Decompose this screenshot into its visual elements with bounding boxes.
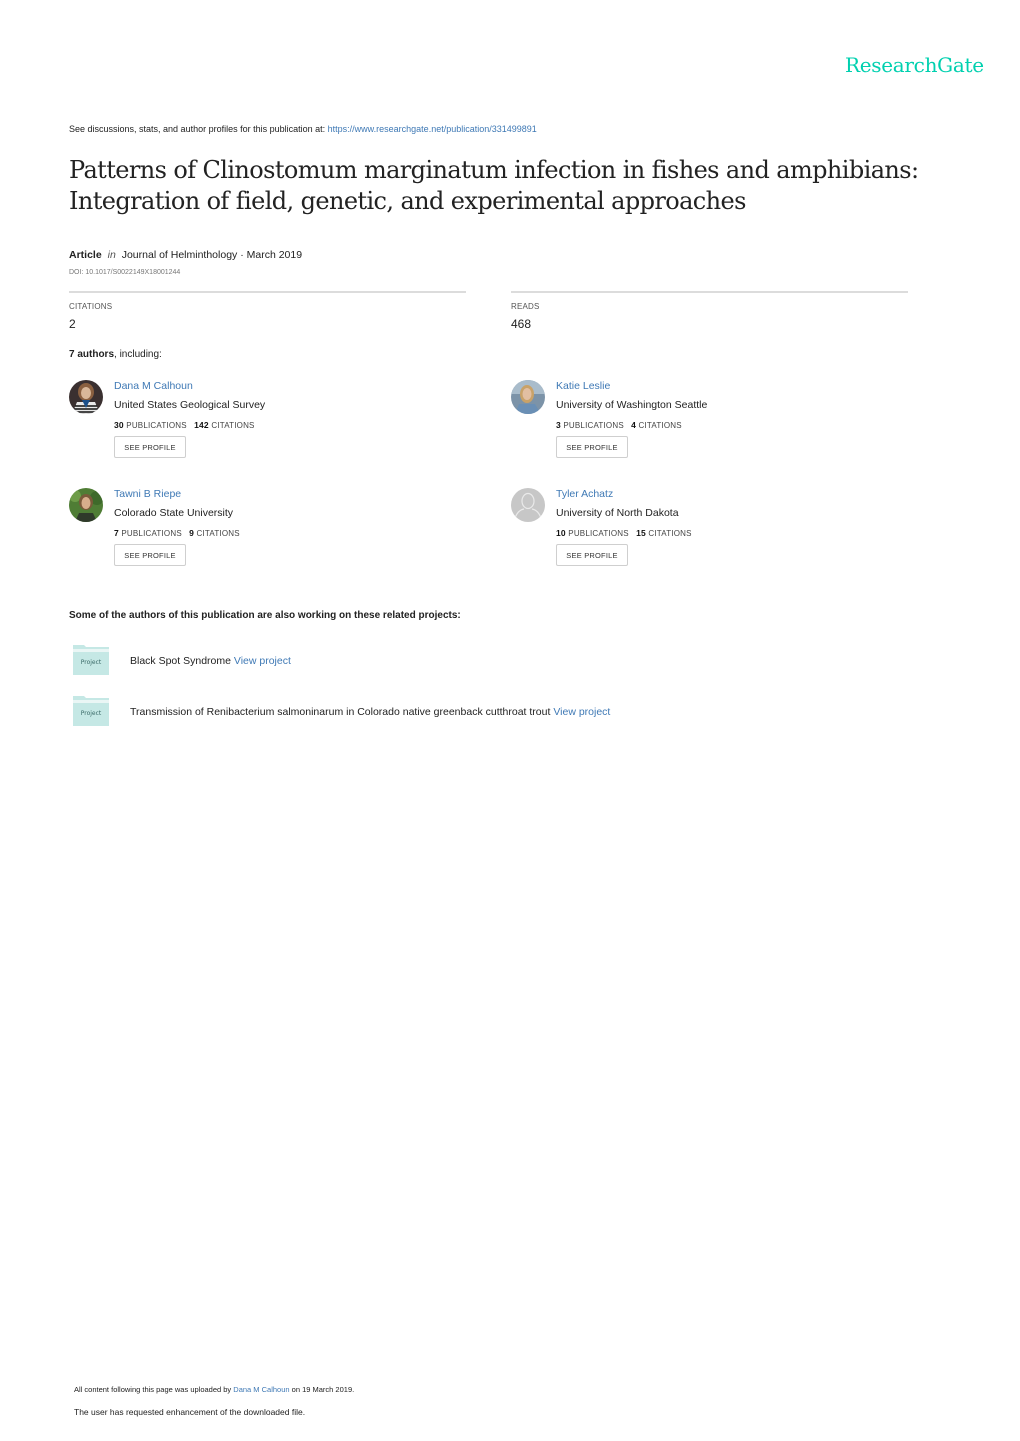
title-line-1: Patterns of Clinostomum marginatum infec… (69, 156, 919, 184)
authors-header: 7 authors, including: (69, 349, 162, 360)
citations-label: CITATIONS (648, 529, 692, 538)
project-icon-label: Project (81, 659, 102, 666)
project-item: Project Black Spot Syndrome View project (72, 644, 772, 678)
author-stats: 30 PUBLICATIONS 142 CITATIONS (114, 420, 255, 430)
publication-title: Patterns of Clinostomum marginatum infec… (69, 155, 949, 217)
divider-reads (511, 291, 908, 293)
discussion-prefix: See discussions, stats, and author profi… (69, 124, 328, 134)
in-label: in (107, 249, 116, 261)
author-card: Katie Leslie University of Washington Se… (511, 380, 931, 480)
citations-label: CITATIONS (69, 302, 113, 311)
project-title: Black Spot Syndrome (130, 655, 231, 667)
discussion-notice: See discussions, stats, and author profi… (69, 124, 537, 134)
publications-count: 10 (556, 528, 566, 538)
researchgate-logo[interactable]: ResearchGate (845, 53, 984, 77)
project-icon-label: Project (81, 710, 102, 717)
author-name-link[interactable]: Katie Leslie (556, 380, 610, 392)
citations-count: 9 (189, 528, 195, 538)
citations-count: 142 (194, 420, 209, 430)
authors-count: 7 authors (69, 349, 115, 360)
publication-meta: Article in Journal of Helminthology · Ma… (69, 249, 302, 261)
author-name-link[interactable]: Tawni B Riepe (114, 488, 181, 500)
publications-count: 30 (114, 420, 124, 430)
author-avatar[interactable] (69, 380, 103, 414)
author-card: Dana M Calhoun United States Geological … (69, 380, 489, 480)
author-avatar[interactable] (511, 380, 545, 414)
see-profile-button[interactable]: SEE PROFILE (556, 544, 628, 566)
view-project-link[interactable]: View project (553, 706, 610, 718)
project-text: Transmission of Renibacterium salmoninar… (130, 706, 610, 718)
project-title: Transmission of Renibacterium salmoninar… (130, 706, 551, 718)
author-stats: 10 PUBLICATIONS 15 CITATIONS (556, 528, 692, 538)
default-user-avatar-icon[interactable] (511, 488, 545, 522)
project-item: Project Transmission of Renibacterium sa… (72, 695, 772, 729)
project-folder-icon: Project (72, 644, 110, 676)
publications-label: PUBLICATIONS (568, 529, 629, 538)
citations-label: CITATIONS (196, 529, 240, 538)
uploader-link[interactable]: Dana M Calhoun (233, 1385, 289, 1394)
author-card: Tyler Achatz University of North Dakota … (511, 488, 931, 588)
upload-prefix: All content following this page was uplo… (74, 1385, 234, 1394)
author-avatar[interactable] (69, 488, 103, 522)
citations-value: 2 (69, 317, 76, 331)
project-text: Black Spot Syndrome View project (130, 655, 291, 667)
reads-value: 468 (511, 317, 532, 331)
author-institution: University of North Dakota (556, 507, 679, 519)
enhancement-notice: The user has requested enhancement of th… (74, 1407, 306, 1417)
author-institution: Colorado State University (114, 507, 234, 519)
related-projects-header: Some of the authors of this publication … (69, 610, 461, 621)
upload-suffix: on 19 March 2019. (289, 1385, 355, 1394)
view-project-link[interactable]: View project (234, 655, 291, 667)
publication-link[interactable]: https://www.researchgate.net/publication… (328, 124, 537, 134)
citations-count: 4 (631, 420, 637, 430)
publications-count: 7 (114, 528, 119, 538)
publications-label: PUBLICATIONS (563, 421, 624, 430)
upload-notice: All content following this page was uplo… (74, 1385, 354, 1394)
citations-label: CITATIONS (211, 421, 255, 430)
author-institution: University of Washington Seattle (556, 399, 708, 411)
title-line-2: Integration of field, genetic, and exper… (69, 187, 746, 215)
author-name-link[interactable]: Dana M Calhoun (114, 380, 193, 392)
author-institution: United States Geological Survey (114, 399, 266, 411)
citations-label: CITATIONS (638, 421, 682, 430)
journal-date: Journal of Helminthology · March 2019 (121, 249, 303, 261)
publications-label: PUBLICATIONS (126, 421, 187, 430)
reads-label: READS (511, 302, 540, 311)
authors-suffix: , including: (114, 349, 162, 360)
publications-count: 3 (556, 420, 561, 430)
doi: DOI: 10.1017/S0022149X18001244 (69, 269, 181, 276)
see-profile-button[interactable]: SEE PROFILE (556, 436, 628, 458)
see-profile-button[interactable]: SEE PROFILE (114, 544, 186, 566)
see-profile-button[interactable]: SEE PROFILE (114, 436, 186, 458)
divider-citations (69, 291, 466, 293)
project-folder-icon: Project (72, 695, 110, 727)
author-name-link[interactable]: Tyler Achatz (556, 488, 613, 500)
article-type: Article (69, 249, 102, 261)
author-card: Tawni B Riepe Colorado State University … (69, 488, 489, 588)
citations-count: 15 (636, 528, 646, 538)
publications-label: PUBLICATIONS (121, 529, 182, 538)
author-stats: 7 PUBLICATIONS 9 CITATIONS (114, 528, 240, 538)
author-stats: 3 PUBLICATIONS 4 CITATIONS (556, 420, 682, 430)
